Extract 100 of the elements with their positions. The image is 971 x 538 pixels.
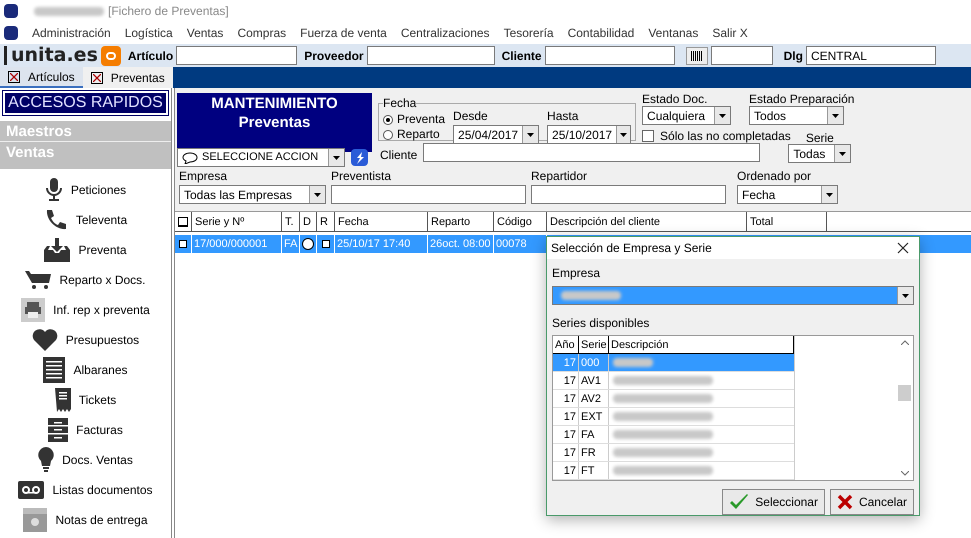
table-cell: 17	[553, 372, 579, 389]
code-field[interactable]	[710, 46, 773, 65]
sidebar-item[interactable]: Preventa	[44, 235, 127, 265]
table-cell: 17	[553, 354, 579, 371]
table-cell: 17	[553, 390, 579, 407]
menu-item[interactable]: Tesorería	[504, 24, 554, 42]
menu-item[interactable]: Administración	[32, 24, 111, 42]
dropdown-arrow-icon	[620, 132, 628, 136]
presales-field[interactable]	[331, 185, 526, 204]
row-checkbox[interactable]	[322, 240, 330, 248]
cancel-button[interactable]: Cancelar	[830, 489, 914, 515]
app-icon	[4, 4, 18, 18]
voicemail-icon	[18, 481, 44, 499]
search-field[interactable]	[544, 46, 675, 65]
status-select[interactable]: Todos	[749, 106, 844, 125]
menu-item[interactable]: Fuerza de venta	[300, 24, 387, 42]
sidebar-item[interactable]: Presupuestos	[32, 325, 140, 355]
column-header[interactable]: D	[300, 212, 317, 231]
menu-item[interactable]: Centralizaciones	[400, 24, 490, 42]
sidebar-item[interactable]: Inf. rep x preventa	[21, 295, 150, 325]
menu-item[interactable]: Compras	[237, 24, 286, 42]
menu-item[interactable]: Ventanas	[648, 24, 698, 42]
close-icon[interactable]	[8, 70, 20, 82]
radio-button[interactable]: Preventa	[383, 112, 446, 127]
sidebar-item[interactable]: Listas documentos	[18, 475, 153, 505]
client-field[interactable]	[423, 143, 760, 162]
column-header[interactable]: T.	[282, 212, 300, 231]
close-icon[interactable]	[90, 72, 103, 84]
select-button[interactable]: Seleccionar	[722, 489, 825, 515]
blurred-text	[34, 6, 104, 16]
x-mark-icon	[836, 494, 853, 510]
sidebar-title: ACCESOS RAPIDOS	[3, 91, 168, 115]
column-header[interactable]: Descripción del cliente	[547, 212, 747, 231]
receipt-icon	[54, 388, 71, 412]
column-header[interactable]: Reparto	[428, 212, 494, 231]
series-select[interactable]: Todas	[788, 144, 852, 163]
blog-icon[interactable]	[100, 46, 121, 66]
column-header[interactable]: Fecha	[335, 212, 428, 231]
heart-icon	[32, 328, 58, 352]
sidebar-item[interactable]: Tickets	[54, 385, 116, 415]
sidebar-item[interactable]: Peticiones	[44, 175, 126, 205]
column-header[interactable]: Serie y Nº	[192, 212, 282, 231]
close-icon[interactable]	[897, 242, 909, 254]
field-label: Preventista	[331, 168, 392, 185]
column-header[interactable]: R	[317, 212, 335, 231]
printer-icon	[21, 298, 46, 322]
sidebar-item[interactable]: Reparto x Docs.	[25, 265, 146, 295]
sidebar-item[interactable]: Notas de entrega	[23, 505, 148, 535]
scrollbar-thumb[interactable]	[898, 385, 911, 401]
row-checkbox[interactable]	[179, 240, 187, 248]
delivery-field[interactable]	[531, 185, 726, 204]
menu-item[interactable]: Ventas	[186, 24, 224, 42]
table-cell: 17	[553, 444, 579, 461]
search-field[interactable]	[366, 46, 495, 65]
speech-bubble-icon	[182, 152, 198, 164]
row-radio[interactable]	[302, 238, 314, 250]
lightning-icon	[354, 152, 364, 164]
field-label: Cliente	[380, 147, 418, 164]
dropdown-arrow-icon	[832, 114, 840, 118]
dropdown-arrow-icon	[719, 114, 726, 118]
inbox-download-icon	[44, 238, 70, 262]
column-header[interactable]: Código	[494, 212, 547, 231]
company-select[interactable]: Todas las Empresas	[179, 185, 326, 204]
scroll-down-icon[interactable]	[900, 471, 908, 476]
barcode-icon[interactable]	[686, 46, 708, 64]
date-picker[interactable]: 25/10/2017	[547, 125, 632, 144]
blurred-text	[561, 290, 621, 300]
table-cell: 25/10/17 17:40	[335, 235, 428, 253]
status-select[interactable]: Cualquiera	[642, 106, 732, 125]
menu-item[interactable]: Salir X	[712, 24, 748, 42]
sidebar-item[interactable]: Docs. Ventas	[38, 445, 133, 475]
cabinet-icon	[48, 418, 68, 442]
delegation-field[interactable]: CENTRAL	[806, 46, 936, 65]
sidebar-item[interactable]: Televenta	[44, 205, 128, 235]
menu-item[interactable]: Contabilidad	[568, 24, 634, 42]
table-cell: 000	[579, 354, 609, 371]
column-header[interactable]: Año	[553, 336, 579, 353]
action-select[interactable]: SELECCIONE ACCION	[177, 148, 345, 167]
table-cell: FA	[579, 426, 609, 443]
menu-item[interactable]: Logística	[124, 24, 173, 42]
table-cell: AV2	[579, 390, 609, 407]
company-select[interactable]	[552, 286, 914, 305]
sort-select[interactable]: Fecha	[737, 185, 838, 204]
column-header[interactable]: Total	[747, 212, 827, 231]
sidebar-item[interactable]: Albaranes	[43, 355, 128, 385]
field-label: Artículo	[128, 48, 174, 64]
date-picker[interactable]: 25/04/2017	[453, 125, 540, 144]
scroll-up-icon[interactable]	[900, 340, 908, 345]
lightning-button[interactable]	[351, 149, 368, 166]
tab[interactable]: Artículos	[0, 67, 83, 88]
search-field[interactable]	[176, 46, 298, 65]
field-label: Hasta	[547, 108, 580, 125]
radio-button[interactable]: Reparto	[383, 127, 446, 142]
column-header[interactable]: Serie	[579, 336, 609, 353]
column-header[interactable]: Descripción	[609, 336, 794, 353]
table-cell: 17	[553, 408, 579, 425]
tab[interactable]: Preventas	[82, 67, 173, 88]
table-cell: 17	[553, 462, 579, 479]
field-label: Empresa	[179, 168, 228, 185]
sidebar-item[interactable]: Facturas	[48, 415, 123, 445]
